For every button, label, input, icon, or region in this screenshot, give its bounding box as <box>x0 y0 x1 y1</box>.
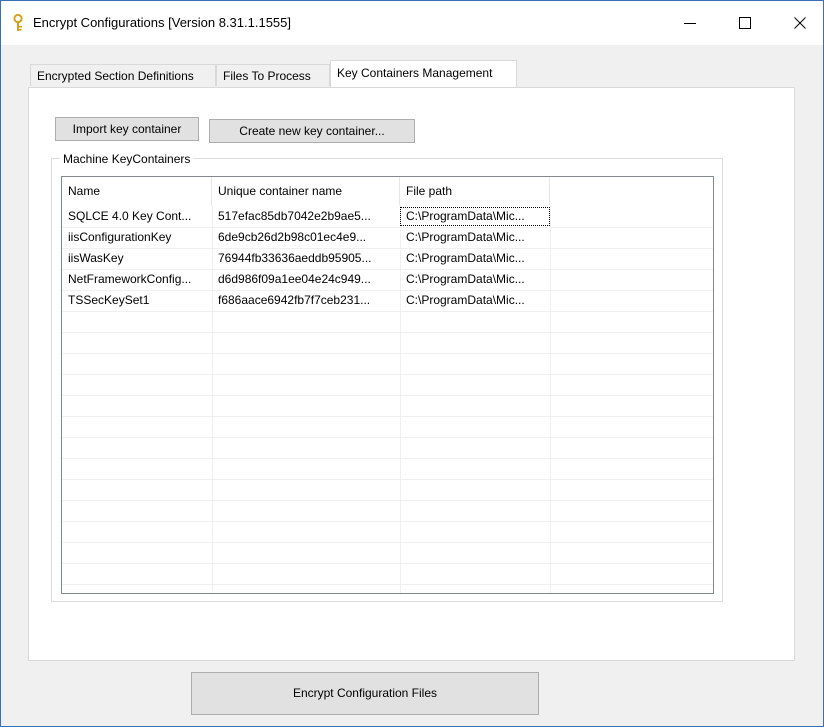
cell-name: NetFrameworkConfig... <box>68 272 192 286</box>
tab-encrypted-section-definitions[interactable]: Encrypted Section Definitions <box>30 64 216 86</box>
grid-line <box>62 563 713 564</box>
column-header-unique-container-name[interactable]: Unique container name <box>212 177 400 205</box>
table-row[interactable]: NetFrameworkConfig... d6d986f09a1ee04e24… <box>62 269 713 290</box>
import-key-container-button[interactable]: Import key container <box>55 117 199 141</box>
grid-line <box>62 437 713 438</box>
grid-line <box>62 542 713 543</box>
grid-line <box>62 374 713 375</box>
grid-line <box>62 311 713 312</box>
create-new-key-container-button[interactable]: Create new key container... <box>209 119 415 143</box>
tab-key-containers-management[interactable]: Key Containers Management <box>330 60 517 87</box>
window-title: Encrypt Configurations [Version 8.31.1.1… <box>33 15 291 30</box>
grid-line <box>62 500 713 501</box>
table-row[interactable]: iisWasKey 76944fb33636aeddb95905... C:\P… <box>62 248 713 269</box>
cell-file-path: C:\ProgramData\Mic... <box>406 293 525 307</box>
tab-files-to-process[interactable]: Files To Process <box>216 64 330 86</box>
cell-unique-container-name: 6de9cb26d2b98c01ec4e9... <box>218 230 367 244</box>
maximize-button[interactable] <box>722 1 768 45</box>
grid-line <box>62 458 713 459</box>
group-title: Machine KeyContainers <box>60 152 194 166</box>
maximize-icon <box>739 17 751 29</box>
grid-line <box>62 332 713 333</box>
cell-name: SQLCE 4.0 Key Cont... <box>68 209 192 223</box>
grid-line <box>62 395 713 396</box>
cell-unique-container-name: 517efac85db7042e2b9ae5... <box>218 209 371 223</box>
grid-line <box>62 521 713 522</box>
minimize-button[interactable] <box>667 1 713 45</box>
grid-line <box>62 584 713 585</box>
minimize-icon <box>684 23 696 24</box>
grid-line <box>62 353 713 354</box>
cell-name: iisWasKey <box>68 251 124 265</box>
grid-line <box>62 479 713 480</box>
list-header: Name Unique container name File path <box>62 177 713 205</box>
title-bar[interactable]: Encrypt Configurations [Version 8.31.1.1… <box>1 1 823 45</box>
encrypt-configuration-files-button[interactable]: Encrypt Configuration Files <box>191 672 539 715</box>
cell-unique-container-name: d6d986f09a1ee04e24c949... <box>218 272 371 286</box>
table-row[interactable]: SQLCE 4.0 Key Cont... 517efac85db7042e2b… <box>62 206 713 227</box>
focus-rectangle <box>400 207 550 226</box>
column-header-name[interactable]: Name <box>62 177 212 205</box>
grid-line <box>62 416 713 417</box>
table-row[interactable]: iisConfigurationKey 6de9cb26d2b98c01ec4e… <box>62 227 713 248</box>
key-icon <box>13 14 23 31</box>
cell-unique-container-name: 76944fb33636aeddb95905... <box>218 251 372 265</box>
cell-file-path: C:\ProgramData\Mic... <box>406 230 525 244</box>
column-header-file-path[interactable]: File path <box>400 177 550 205</box>
close-icon <box>794 17 806 29</box>
cell-file-path: C:\ProgramData\Mic... <box>406 272 525 286</box>
cell-name: TSSecKeySet1 <box>68 293 150 307</box>
cell-unique-container-name: f686aace6942fb7f7ceb231... <box>218 293 371 307</box>
cell-file-path: C:\ProgramData\Mic... <box>406 251 525 265</box>
close-button[interactable] <box>777 1 823 45</box>
table-row[interactable]: TSSecKeySet1 f686aace6942fb7f7ceb231... … <box>62 290 713 311</box>
key-containers-list[interactable]: Name Unique container name File path SQL… <box>61 176 714 594</box>
cell-name: iisConfigurationKey <box>68 230 172 244</box>
app-window: Encrypt Configurations [Version 8.31.1.1… <box>0 0 824 727</box>
